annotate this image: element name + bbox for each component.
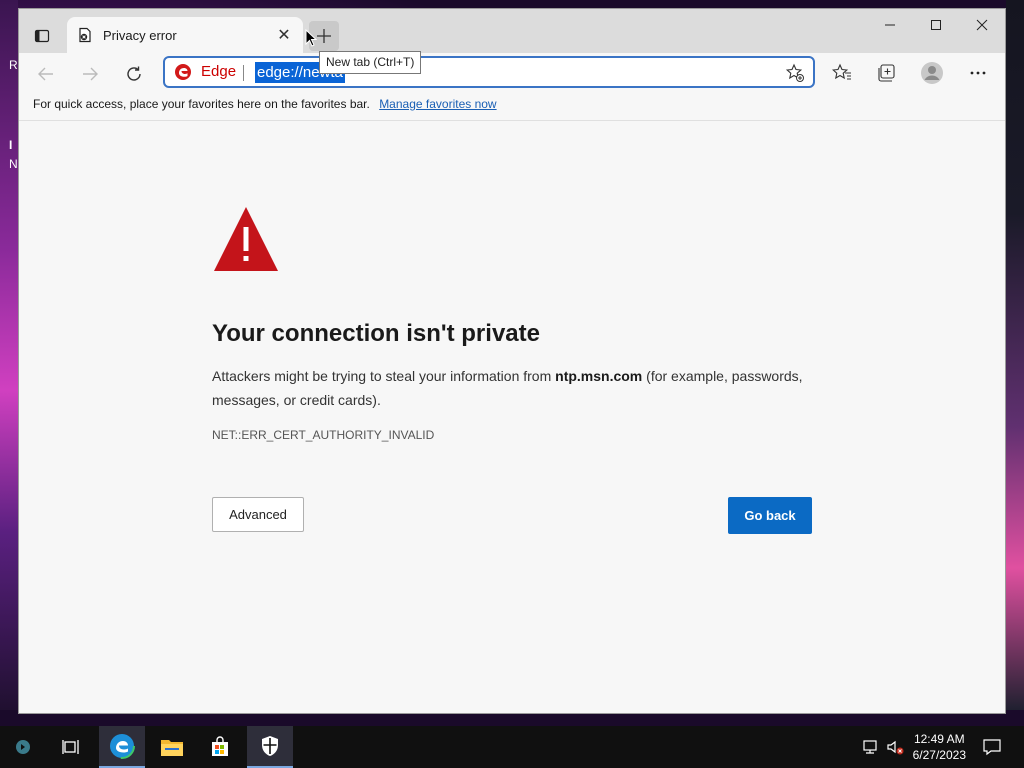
window-controls bbox=[867, 9, 1005, 41]
error-page: Your connection isn't private Attackers … bbox=[19, 122, 1005, 712]
settings-more-button[interactable] bbox=[963, 58, 993, 88]
forward-button[interactable] bbox=[75, 59, 105, 89]
tab-actions-button[interactable] bbox=[27, 21, 57, 51]
refresh-icon bbox=[127, 66, 141, 81]
start-icon bbox=[16, 740, 30, 754]
address-separator bbox=[243, 65, 244, 81]
favorites-button[interactable] bbox=[827, 58, 857, 88]
add-favorite-icon[interactable] bbox=[785, 63, 805, 83]
shield-icon bbox=[262, 736, 278, 756]
desktop-icon-label: I bbox=[9, 138, 13, 152]
close-tab-icon[interactable]: ✕ bbox=[275, 25, 293, 45]
favorites-bar: For quick access, place your favorites h… bbox=[19, 93, 1005, 121]
address-bar[interactable]: Edge edge://newta bbox=[163, 56, 815, 88]
error-description-text: Attackers might be trying to steal your … bbox=[212, 368, 556, 384]
refresh-button[interactable] bbox=[119, 59, 149, 89]
folder-icon bbox=[161, 740, 183, 756]
more-horizontal-icon bbox=[970, 71, 986, 75]
desktop-icon-label: R bbox=[9, 58, 18, 72]
address-edge-label: Edge bbox=[201, 63, 237, 80]
advanced-button[interactable]: Advanced bbox=[212, 497, 304, 532]
tab-title: Privacy error bbox=[103, 27, 177, 43]
avatar-icon bbox=[921, 62, 943, 84]
file-explorer-button[interactable] bbox=[149, 726, 195, 768]
favorites-icon bbox=[832, 63, 851, 80]
store-bag-icon bbox=[212, 736, 228, 756]
task-view-button[interactable] bbox=[48, 726, 94, 768]
new-tab-tooltip: New tab (Ctrl+T) bbox=[319, 51, 422, 74]
volume-muted-icon[interactable] bbox=[886, 738, 904, 756]
edge-logo-icon bbox=[109, 733, 135, 759]
collections-button[interactable] bbox=[871, 58, 901, 88]
edge-taskbar-button[interactable] bbox=[99, 726, 145, 768]
clock-time: 12:49 AM bbox=[913, 732, 965, 746]
back-button[interactable] bbox=[31, 59, 61, 89]
error-host: ntp.msn.com bbox=[555, 368, 643, 384]
maximize-button[interactable] bbox=[913, 9, 959, 41]
minimize-icon bbox=[885, 24, 895, 26]
desktop-icon-label: N bbox=[9, 157, 18, 171]
network-icon[interactable] bbox=[862, 738, 880, 756]
desktop-wallpaper-left bbox=[0, 0, 18, 710]
collections-icon bbox=[878, 64, 895, 82]
manage-favorites-link[interactable]: Manage favorites now bbox=[379, 97, 496, 111]
warning-page-icon bbox=[79, 27, 91, 43]
arrow-right-icon bbox=[83, 67, 98, 81]
tab-actions-icon bbox=[34, 29, 50, 43]
maximize-icon bbox=[931, 20, 941, 30]
edge-logo-icon bbox=[175, 64, 191, 80]
title-bar: Privacy error ✕ bbox=[19, 9, 1005, 53]
tab-privacy-error[interactable]: Privacy error ✕ bbox=[67, 17, 303, 53]
warning-triangle-icon bbox=[214, 207, 278, 271]
error-title: Your connection isn't private bbox=[212, 320, 540, 347]
taskbar: 12:49 AM 6/27/2023 bbox=[0, 726, 1024, 768]
close-icon bbox=[976, 19, 988, 31]
microsoft-store-button[interactable] bbox=[197, 726, 243, 768]
profile-button[interactable] bbox=[917, 58, 947, 88]
clock-date: 6/27/2023 bbox=[912, 748, 966, 762]
browser-window: Privacy error ✕ Edge edge://newta For qu… bbox=[18, 8, 1006, 714]
minimize-button[interactable] bbox=[867, 9, 913, 41]
windows-security-button[interactable] bbox=[247, 726, 293, 768]
system-clock[interactable]: 12:49 AM 6/27/2023 bbox=[913, 731, 966, 763]
desktop-wallpaper-right bbox=[1006, 0, 1024, 710]
plus-icon bbox=[317, 29, 331, 43]
start-button[interactable] bbox=[0, 726, 46, 768]
toolbar: Edge edge://newta bbox=[19, 53, 1005, 93]
error-code: NET::ERR_CERT_AUTHORITY_INVALID bbox=[212, 428, 435, 442]
task-view-icon bbox=[62, 740, 79, 754]
favorites-bar-hint: For quick access, place your favorites h… bbox=[33, 97, 370, 111]
go-back-button[interactable]: Go back bbox=[728, 497, 812, 534]
notifications-icon[interactable] bbox=[982, 737, 1002, 757]
error-description: Attackers might be trying to steal your … bbox=[212, 364, 822, 412]
mouse-cursor-icon bbox=[305, 29, 317, 47]
close-window-button[interactable] bbox=[959, 9, 1005, 41]
arrow-left-icon bbox=[38, 67, 53, 81]
